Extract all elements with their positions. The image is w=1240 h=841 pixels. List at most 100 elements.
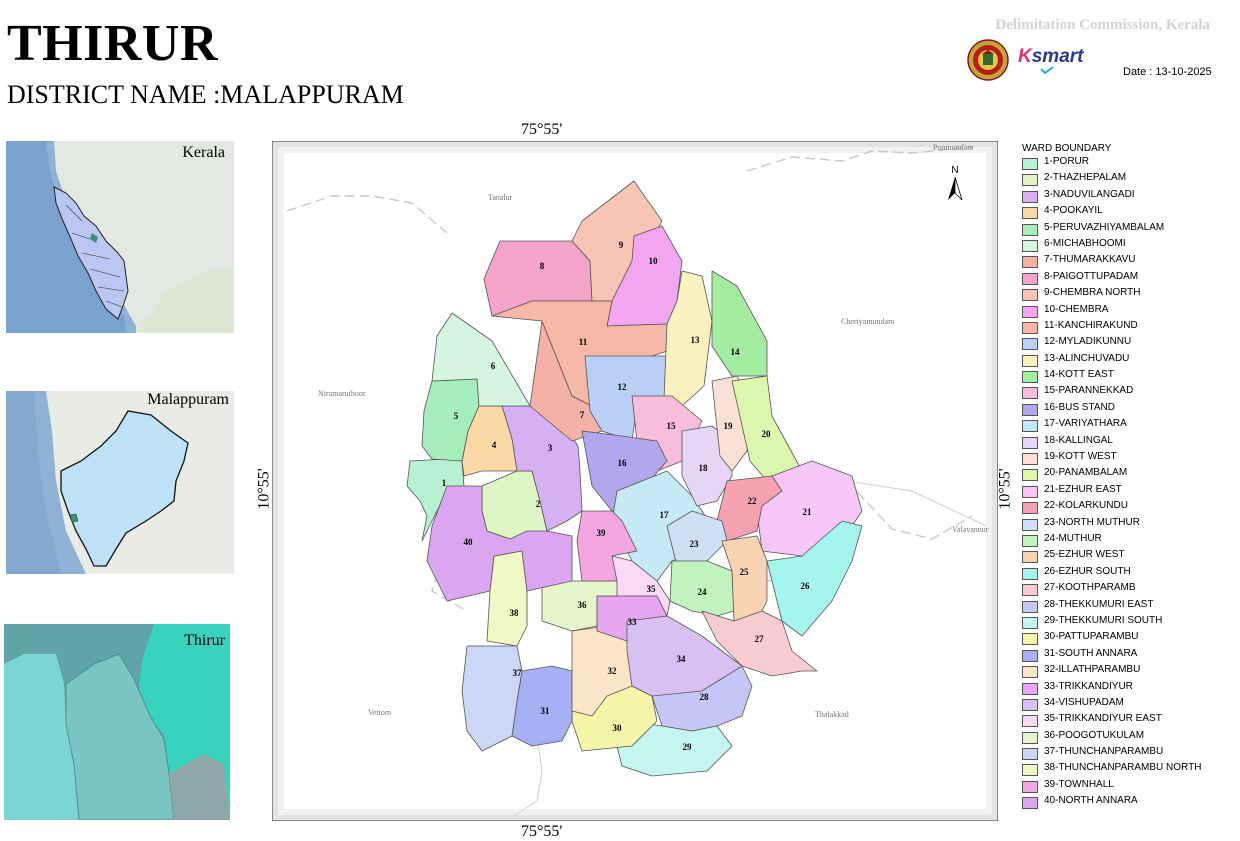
legend-label: 21-EZHUR EAST: [1044, 483, 1122, 495]
ward-number: 8: [540, 261, 545, 271]
legend-swatch: [1022, 436, 1038, 449]
bottom-longitude-label: 75°55': [521, 823, 563, 840]
legend-label: 36-POOGOTUKULAM: [1044, 729, 1145, 741]
ward-boundary-map: 1 2 3 4 5 6 7 8 9 10 11 12 13 14 15 16 1…: [272, 141, 998, 821]
legend-label: 19-KOTT WEST: [1044, 451, 1117, 463]
legend-label: 23-NORTH MUTHUR: [1044, 516, 1140, 528]
legend-label: 5-PERUVAZHIYAMBALAM: [1044, 221, 1165, 233]
legend-swatch: [1022, 453, 1038, 466]
election-commission-seal-icon: [967, 39, 1009, 81]
legend-swatch: [1022, 403, 1038, 416]
ward-number: 1: [442, 478, 447, 488]
legend-item: 6-MICHABHOOMI: [1022, 238, 1237, 254]
legend-label: 24-MUTHUR: [1044, 532, 1102, 544]
legend-swatch: [1022, 256, 1038, 269]
legend-label: 14-KOTT EAST: [1044, 369, 1114, 381]
legend-swatch: [1022, 420, 1038, 433]
ward-number: 19: [724, 421, 734, 431]
legend-item: 4-POOKAYIL: [1022, 205, 1237, 221]
legend-label: 6-MICHABHOOMI: [1044, 237, 1126, 249]
legend-swatch: [1022, 698, 1038, 711]
legend-label: 16-BUS STAND: [1044, 401, 1115, 413]
legend-label: 2-THAZHEPALAM: [1044, 172, 1127, 184]
legend-title: WARD BOUNDARY: [1022, 143, 1112, 154]
ward-number: 10: [649, 256, 659, 266]
legend-item: 14-KOTT EAST: [1022, 369, 1237, 385]
legend-swatch: [1022, 534, 1038, 547]
legend-label: 18-KALLINGAL: [1044, 434, 1113, 446]
legend-item: 24-MUTHUR: [1022, 533, 1237, 549]
legend-label: 1-PORUR: [1044, 156, 1090, 167]
legend-swatch: [1022, 764, 1038, 777]
legend-item: 3-NADUVILANGADI: [1022, 189, 1237, 205]
legend-item: 40-NORTH ANNARA: [1022, 795, 1237, 811]
legend-swatch: [1022, 731, 1038, 744]
ward-number: 34: [677, 654, 687, 664]
legend-label: 8-PAIGOTTUPADAM: [1044, 270, 1139, 282]
ksmart-logo: Ksmart: [1018, 46, 1083, 74]
ward-number: 2: [536, 499, 541, 509]
legend-swatch: [1022, 682, 1038, 695]
legend-swatch: [1022, 633, 1038, 646]
ward-number: 11: [579, 337, 588, 347]
legend-label: 9-CHEMBRA NORTH: [1044, 287, 1141, 299]
legend-swatch: [1022, 616, 1038, 629]
legend-item: 5-PERUVAZHIYAMBALAM: [1022, 222, 1237, 238]
ward-number: 5: [454, 411, 459, 421]
legend-item: 8-PAIGOTTUPADAM: [1022, 271, 1237, 287]
legend-item: 32-ILLATHPARAMBU: [1022, 664, 1237, 680]
legend-swatch: [1022, 551, 1038, 564]
legend-item: 27-KOOTHPARAMB: [1022, 582, 1237, 598]
commission-name: Delimitation Commission, Kerala: [995, 17, 1210, 33]
legend-label: 7-THUMARAKKAVU: [1044, 254, 1136, 266]
legend-label: 40-NORTH ANNARA: [1044, 795, 1138, 807]
legend-label: 29-THEKKUMURI SOUTH: [1044, 614, 1163, 626]
legend-item: 18-KALLINGAL: [1022, 435, 1237, 451]
legend-item: 7-THUMARAKKAVU: [1022, 254, 1237, 270]
ward-number: 26: [801, 581, 811, 591]
ward-number: 40: [464, 537, 474, 547]
legend-label: 22-KOLARKUNDU: [1044, 500, 1128, 512]
ward-number: 7: [580, 410, 585, 420]
legend-label: 28-THEKKUMURI EAST: [1044, 598, 1154, 610]
place-cheriyamundam: Cheriyamundam: [841, 317, 895, 326]
legend-label: 20-PANAMBALAM: [1044, 467, 1128, 479]
legend-item: 9-CHEMBRA NORTH: [1022, 287, 1237, 303]
legend-label: 15-PARANNEKKAD: [1044, 385, 1134, 397]
legend-item: 20-PANAMBALAM: [1022, 467, 1237, 483]
place-tanalur: Tanalur: [488, 193, 513, 202]
legend-swatch: [1022, 158, 1038, 170]
legend-item: 26-EZHUR SOUTH: [1022, 566, 1237, 582]
ward-number: 23: [690, 539, 700, 549]
legend-label: 17-VARIYATHARA: [1044, 418, 1127, 430]
ward-number: 22: [748, 496, 758, 506]
legend-swatch: [1022, 371, 1038, 384]
legend-swatch: [1022, 584, 1038, 597]
legend-label: 39-TOWNHALL: [1044, 778, 1114, 790]
legend-swatch: [1022, 387, 1038, 400]
legend-swatch: [1022, 174, 1038, 187]
malappuram-inset-map: Malappuram: [6, 391, 234, 574]
legend-item: 28-THEKKUMURI EAST: [1022, 599, 1237, 615]
ward-number: 15: [667, 421, 677, 431]
thirur-inset-map: Thirur: [4, 624, 230, 820]
ward-number: 6: [491, 361, 496, 371]
legend-item: 37-THUNCHANPARAMBU: [1022, 746, 1237, 762]
malappuram-label: Malappuram: [147, 391, 229, 408]
ward-number: 38: [510, 608, 520, 618]
thirur-label: Thirur: [184, 632, 225, 649]
ward-number: 20: [762, 429, 772, 439]
legend-swatch: [1022, 207, 1038, 220]
legend-label: 3-NADUVILANGADI: [1044, 188, 1135, 200]
top-longitude-label: 75°55': [521, 121, 563, 138]
legend-item: 38-THUNCHANPARAMBU NORTH: [1022, 762, 1237, 778]
kerala-inset-graphic: [6, 141, 234, 333]
legend-item: 19-KOTT WEST: [1022, 451, 1237, 467]
legend-label: 27-KOOTHPARAMB: [1044, 582, 1136, 594]
check-icon: [1040, 66, 1054, 74]
place-thalakkad: Thalakkad: [815, 710, 849, 719]
place-valavannur: Valavannur: [952, 525, 989, 534]
legend-item: 31-SOUTH ANNARA: [1022, 648, 1237, 664]
legend-item: 2-THAZHEPALAM: [1022, 172, 1237, 188]
date-label: Date : 13-10-2025: [1123, 66, 1212, 78]
